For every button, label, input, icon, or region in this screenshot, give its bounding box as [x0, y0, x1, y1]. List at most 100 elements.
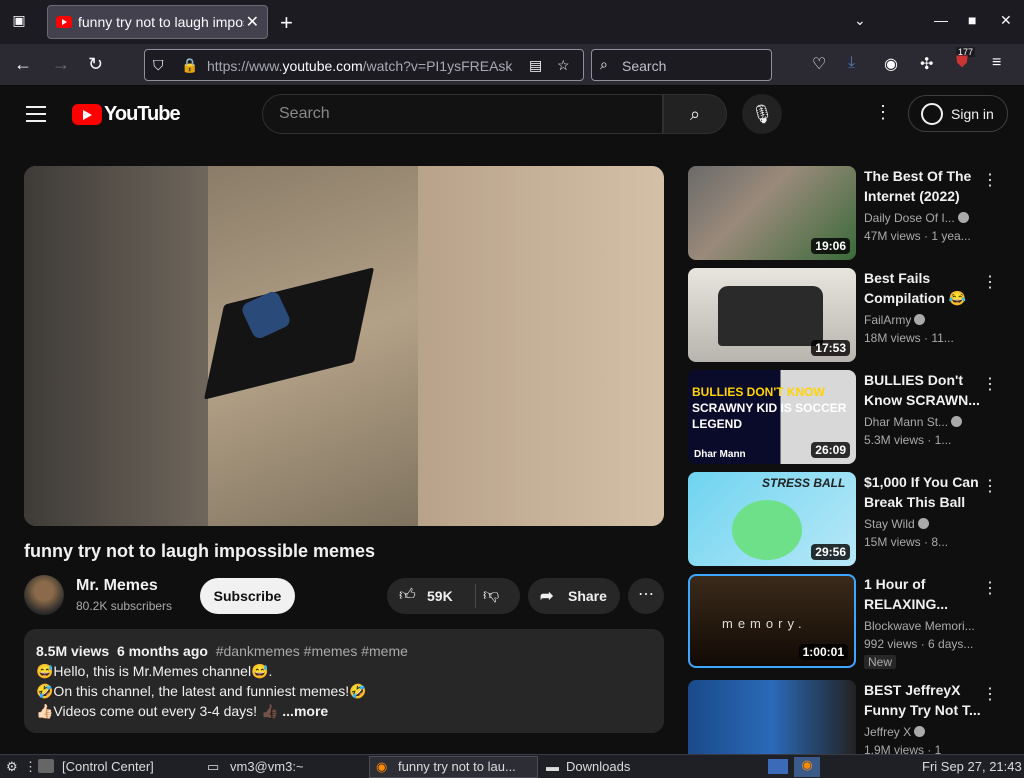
recommendation-channel[interactable]: FailArmy [864, 313, 976, 327]
recommendation-title[interactable]: The Best Of The Internet (2022) [864, 166, 984, 206]
ball-shape [732, 500, 802, 560]
close-window-icon[interactable]: ✕ [1000, 12, 1012, 29]
maximize-icon[interactable]: ■ [968, 12, 976, 28]
account-icon[interactable]: ◉ [884, 54, 898, 74]
kebab-menu-icon[interactable]: ⋮ [982, 170, 998, 190]
voice-search-button[interactable]: 🎙 [742, 94, 782, 134]
recommendation-item[interactable]: BULLIES DON'T KNOW SCRAWNY KID IS SOCCER … [688, 370, 1008, 464]
search-button[interactable]: ⌕ [663, 94, 727, 134]
subscriber-count: 80.2K subscribers [76, 599, 173, 613]
search-engine-icon: ⌕ [600, 56, 608, 72]
kebab-menu-icon[interactable]: ⋮ [982, 578, 998, 598]
recommendation-thumbnail[interactable]: BULLIES DON'T KNOW SCRAWNY KID IS SOCCER … [688, 370, 856, 464]
view-count: 8.5M views [36, 643, 110, 659]
browser-nav-bar: ← → ↻ ⛉ 🔒 https://www.youtube.com/watch?… [0, 44, 1024, 86]
kebab-menu-icon[interactable]: ⋮ [982, 374, 998, 394]
youtube-play-icon [72, 103, 102, 125]
new-badge: New [864, 655, 897, 669]
hashtags[interactable]: #dankmemes #memes #meme [216, 643, 408, 659]
bookmark-star-icon[interactable]: ☆ [557, 57, 570, 74]
shield-icon[interactable]: ⛉ [153, 57, 164, 74]
workspace-icon[interactable] [768, 759, 788, 774]
recommendation-thumbnail[interactable]: 19:06 [688, 166, 856, 260]
show-more-link[interactable]: ...more [282, 703, 328, 719]
apps-icon[interactable]: ⋮ [24, 759, 37, 775]
verified-icon [917, 518, 929, 529]
recommendation-channel[interactable]: Blockwave Memori... [864, 619, 976, 633]
recommendation-item[interactable]: BEST JeffreyX Funny Try Not T... Jeffrey… [688, 680, 1008, 754]
recommendation-title[interactable]: Best Fails Compilation 😂 [864, 268, 984, 308]
recommendation-item[interactable]: memory. 1:00:01 1 Hour of RELAXING... Bl… [688, 574, 1008, 669]
taskbar-downloads[interactable]: Downloads [566, 759, 630, 774]
channel-avatar[interactable] [24, 575, 64, 615]
recommendation-title[interactable]: $1,000 If You Can Break This Ball i... [864, 472, 984, 512]
system-menu-icon[interactable]: ⚙ [6, 759, 18, 775]
like-divider [475, 584, 476, 608]
recommendation-views: 5.3M views · 1... [864, 433, 952, 447]
close-tab-icon[interactable]: ✕ [246, 12, 259, 32]
url-bar[interactable]: ⛉ 🔒 https://www.youtube.com/watch?v=PI1y… [144, 49, 584, 81]
back-icon[interactable]: ← [14, 54, 32, 75]
video-player[interactable] [24, 166, 664, 526]
youtube-search-input[interactable]: Search [262, 94, 663, 134]
thumbnail-brand: Dhar Mann [694, 449, 746, 460]
recommendation-title[interactable]: 1 Hour of RELAXING... [864, 574, 984, 614]
recommendation-item[interactable]: 17:53 Best Fails Compilation 😂 FailArmy … [688, 268, 1008, 362]
recommendation-thumbnail[interactable] [688, 680, 856, 754]
recommendation-title[interactable]: BULLIES Don't Know SCRAWN... [864, 370, 984, 410]
description-meta: 8.5M views 6 months ago #dankmemes #meme… [36, 641, 652, 661]
recommendation-channel[interactable]: Dhar Mann St... [864, 415, 976, 429]
description-box[interactable]: 8.5M views 6 months ago #dankmemes #meme… [24, 629, 664, 733]
thumbnail-text: STRESS BALL [762, 476, 846, 490]
lock-icon[interactable]: 🔒 [181, 57, 198, 74]
taskbar-terminal[interactable]: vm3@vm3:~ [230, 759, 304, 774]
recommendation-channel[interactable]: Daily Dose Of I... [864, 211, 976, 225]
settings-kebab-icon[interactable]: ⋮ [874, 102, 892, 123]
recommendation-item[interactable]: 19:06 The Best Of The Internet (2022) Da… [688, 166, 1008, 260]
taskbar-control-center[interactable]: [Control Center] [62, 759, 154, 774]
recommendation-views: 18M views · 11... [864, 331, 954, 345]
ublock-icon[interactable]: ⛊ [956, 54, 968, 72]
recommendation-item[interactable]: STRESS BALL 29:56 $1,000 If You Can Brea… [688, 472, 1008, 566]
video-frame-left [24, 166, 208, 526]
extensions-icon[interactable]: ✣ [920, 54, 933, 74]
more-actions-button[interactable]: ⋯ [628, 578, 664, 614]
kebab-menu-icon[interactable]: ⋮ [982, 684, 998, 704]
thumbs-up-icon[interactable]: 👍︎ [399, 586, 416, 605]
kebab-menu-icon[interactable]: ⋮ [982, 272, 998, 292]
minimize-icon[interactable]: — [934, 12, 948, 28]
url-text[interactable]: https://www.youtube.com/watch?v=PI1ysFRE… [207, 58, 517, 74]
share-button[interactable]: ➦ Share [528, 578, 620, 614]
youtube-logo[interactable]: YouTube [72, 103, 181, 125]
subscribe-button[interactable]: Subscribe [200, 578, 295, 614]
like-count[interactable]: 59K [427, 588, 453, 604]
firefox-tray-icon[interactable]: ◉ [794, 757, 820, 777]
reader-view-icon[interactable]: ▤ [529, 57, 542, 74]
channel-name[interactable]: Mr. Memes [76, 577, 158, 595]
thumbs-down-icon[interactable]: 👎︎ [483, 586, 499, 605]
sign-in-button[interactable]: Sign in [908, 95, 1008, 132]
browser-search-field[interactable]: ⌕ Search [591, 49, 772, 81]
pocket-icon[interactable]: ♡ [812, 54, 826, 74]
forward-icon[interactable]: → [52, 54, 70, 75]
youtube-header: YouTube Search ⌕ 🎙 ⋮ Sign in [0, 86, 1024, 142]
recommendation-channel[interactable]: Jeffrey X [864, 725, 976, 739]
recommendation-thumbnail[interactable]: 17:53 [688, 268, 856, 362]
recommendation-thumbnail[interactable]: memory. 1:00:01 [688, 574, 856, 668]
taskbar-firefox[interactable]: funny try not to lau... [398, 759, 516, 774]
recommendation-channel[interactable]: Stay Wild [864, 517, 976, 531]
tab-list-icon[interactable]: ▣ [8, 12, 30, 32]
hamburger-menu-icon[interactable] [26, 106, 46, 122]
kebab-menu-icon[interactable]: ⋮ [982, 476, 998, 496]
new-tab-icon[interactable]: + [280, 10, 293, 36]
tab-youtube[interactable]: funny try not to laugh impos ✕ [47, 5, 268, 39]
downloads-icon[interactable]: ⤓ [848, 54, 855, 72]
recommendation-thumbnail[interactable]: STRESS BALL 29:56 [688, 472, 856, 566]
menu-icon[interactable]: ≡ [992, 54, 1001, 72]
description-line: 😅Hello, this is Mr.Memes channel😅. [36, 663, 273, 679]
recommendation-views: 992 views · 6 days... [864, 637, 974, 651]
reload-icon[interactable]: ↻ [88, 54, 103, 75]
recommendation-title[interactable]: BEST JeffreyX Funny Try Not T... [864, 680, 984, 720]
account-circle-icon [921, 102, 943, 125]
chevron-down-icon[interactable]: ⌄ [854, 12, 866, 29]
